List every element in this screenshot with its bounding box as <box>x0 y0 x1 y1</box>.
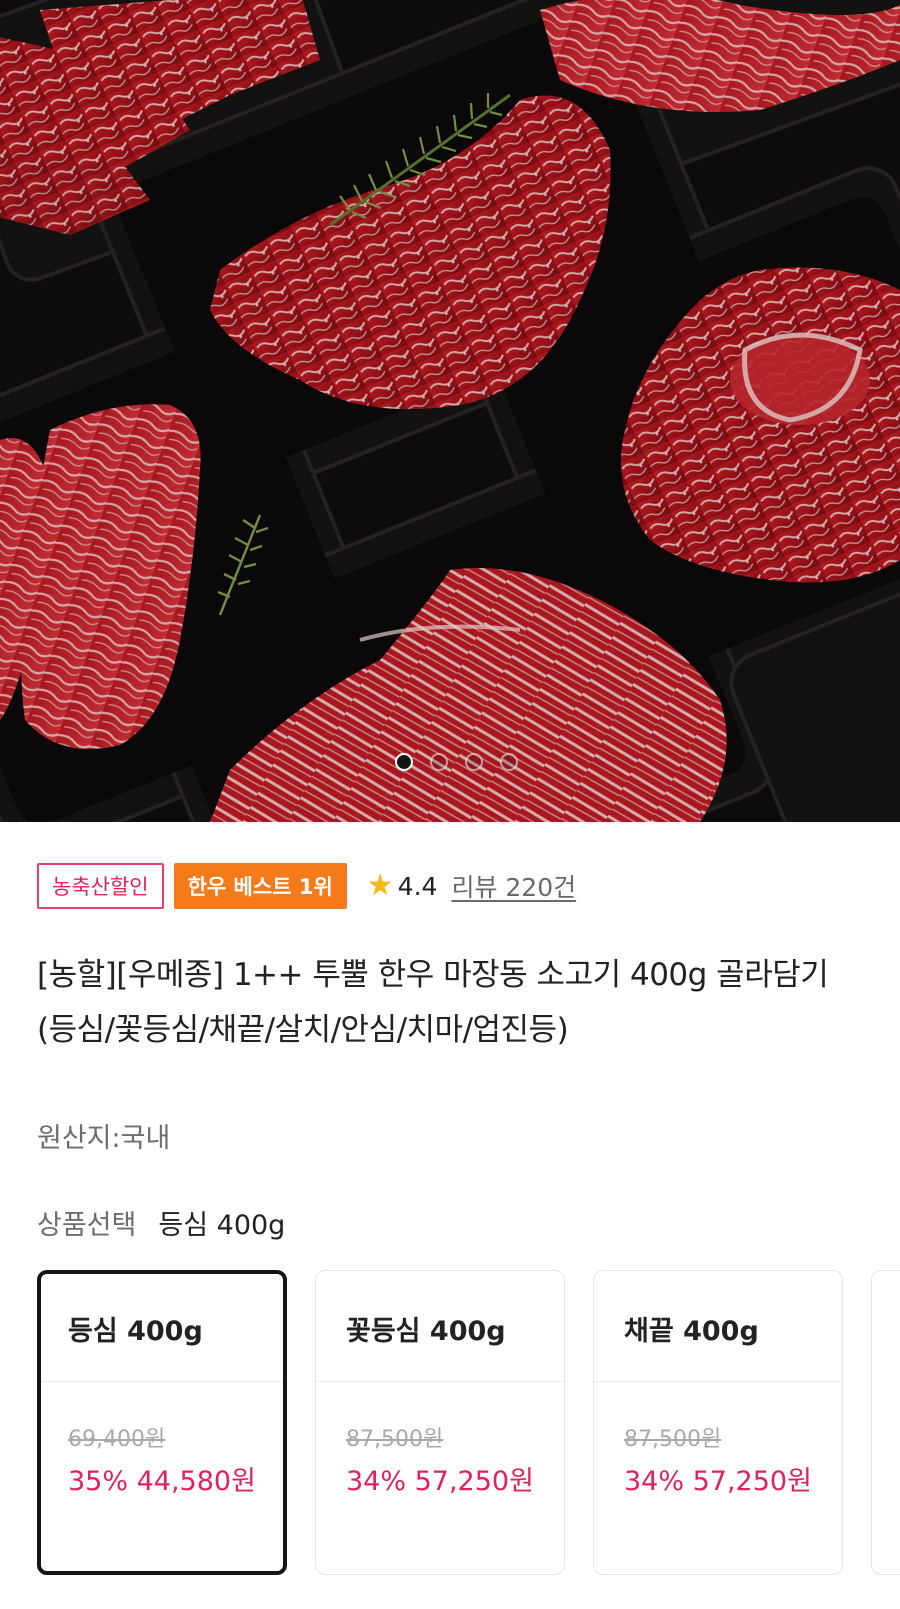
discount-badge: 농축산할인 <box>37 863 164 909</box>
option-divider <box>41 1381 283 1382</box>
option-card-list[interactable]: 등심 400g 69,400원 35% 44,580원 꽃등심 400g 87,… <box>37 1270 900 1590</box>
option-sale-price: 34% 57,250원 <box>346 1466 534 1497</box>
carousel-dot-2[interactable] <box>430 753 448 771</box>
option-name: 등심 400g <box>68 1316 203 1347</box>
carousel-dot-3[interactable] <box>465 753 483 771</box>
option-card-partial[interactable] <box>871 1270 900 1575</box>
option-original-price: 69,400원 <box>68 1427 166 1452</box>
option-selection-label: 상품선택 <box>37 1210 137 1241</box>
star-icon: ★ <box>366 868 394 903</box>
option-card[interactable]: 꽃등심 400g 87,500원 34% 57,250원 <box>315 1270 565 1575</box>
best-seller-badge: 한우 베스트 1위 <box>173 863 347 909</box>
carousel-dot-1[interactable] <box>395 753 413 771</box>
option-selection-header: 상품선택 등심 400g <box>37 1203 285 1242</box>
option-selection-value: 등심 400g <box>158 1210 286 1241</box>
option-original-price: 87,500원 <box>346 1427 444 1452</box>
meat-trays-photo <box>0 0 900 822</box>
badge-row: 농축산할인 한우 베스트 1위 ★ 4.4 리뷰 220건 <box>37 863 576 909</box>
option-original-price: 87,500원 <box>624 1427 722 1452</box>
option-card[interactable]: 채끝 400g 87,500원 34% 57,250원 <box>593 1270 843 1575</box>
rating-score: 4.4 <box>397 871 438 901</box>
option-divider <box>316 1381 564 1382</box>
product-title: [농할][우메종] 1++ 투뿔 한우 마장동 소고기 400g 골라담기(등심… <box>37 957 829 1048</box>
option-card-selected[interactable]: 등심 400g 69,400원 35% 44,580원 <box>37 1270 287 1575</box>
option-name: 채끝 400g <box>624 1316 759 1347</box>
option-name: 꽃등심 400g <box>346 1316 506 1347</box>
option-sale-price: 34% 57,250원 <box>624 1466 812 1497</box>
review-count-link[interactable]: 리뷰 220건 <box>451 868 576 904</box>
option-divider <box>594 1381 842 1382</box>
product-image-carousel[interactable] <box>0 0 900 822</box>
carousel-dot-4[interactable] <box>500 753 518 771</box>
product-origin: 원산지:국내 <box>37 1123 171 1154</box>
option-sale-price: 35% 44,580원 <box>68 1466 256 1497</box>
carousel-indicator[interactable] <box>395 753 518 771</box>
